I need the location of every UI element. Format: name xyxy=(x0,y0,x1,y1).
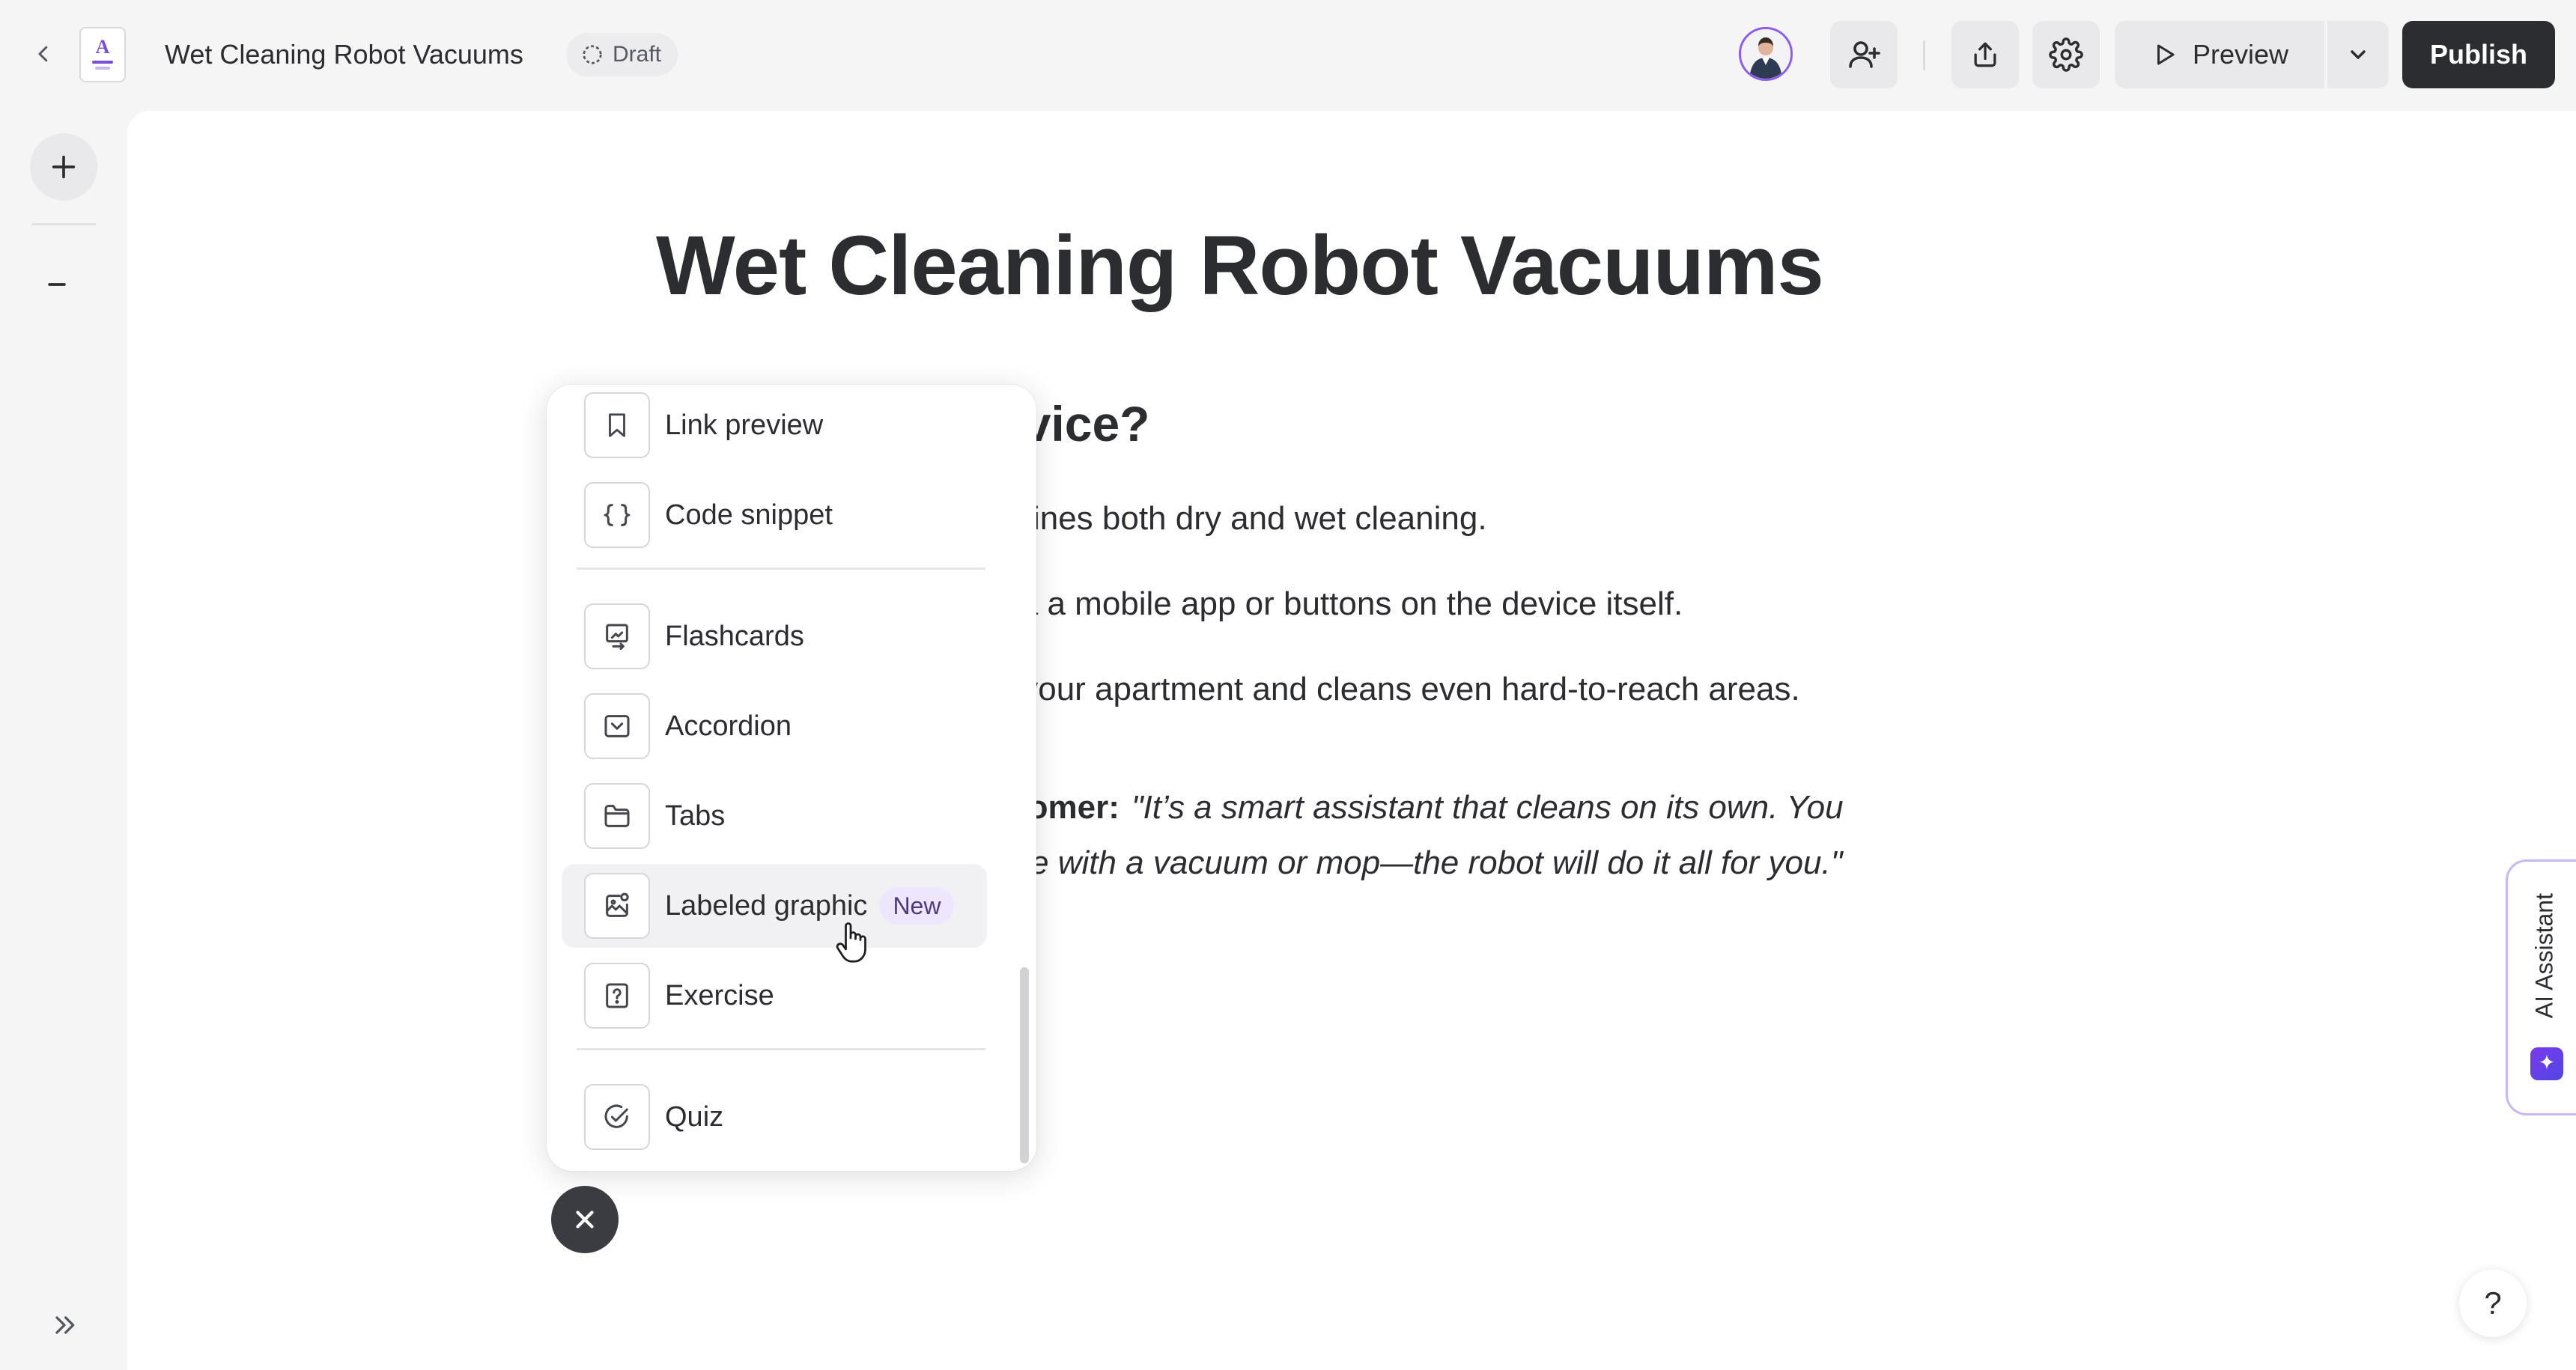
menu-item-flashcards[interactable]: Flashcards xyxy=(562,594,987,678)
menu-item-label: Accordion xyxy=(665,710,792,742)
menu-item-label: Code snippet xyxy=(665,499,833,531)
gear-icon xyxy=(2049,37,2083,72)
question-box-icon xyxy=(606,983,628,1008)
menu-separator xyxy=(577,1048,985,1050)
menu-item-accordion[interactable]: Accordion xyxy=(562,684,987,768)
menu-item-label: Link preview xyxy=(665,409,824,441)
menu-item-label: Tabs xyxy=(665,800,726,832)
settings-button[interactable] xyxy=(2032,21,2100,88)
document-icon[interactable]: A xyxy=(79,27,126,82)
play-icon xyxy=(2157,44,2175,65)
plus-icon xyxy=(52,155,76,179)
menu-item-exercise[interactable]: Exercise xyxy=(562,954,987,1038)
braces-icon xyxy=(604,504,631,526)
preview-button[interactable]: Preview xyxy=(2115,21,2324,88)
quote-text[interactable]: e with a vacuum or mop—the robot will do… xyxy=(1030,844,1842,882)
zoom-out-button[interactable] xyxy=(36,264,78,305)
minus-icon xyxy=(48,283,66,286)
menu-item-label: Quiz xyxy=(665,1100,724,1133)
menu-item-labeled-graphic[interactable]: Labeled graphic New xyxy=(562,864,987,948)
labeled-image-icon xyxy=(606,892,629,917)
menu-item-tabs[interactable]: Tabs xyxy=(562,774,987,858)
menu-item-label: Flashcards xyxy=(665,620,804,652)
user-avatar[interactable] xyxy=(1739,27,1793,81)
preview-options-dropdown[interactable] xyxy=(2327,21,2389,88)
accordion-icon xyxy=(604,715,630,737)
preview-label: Preview xyxy=(2192,39,2289,70)
top-bar: A Wet Cleaning Robot Vacuums Draft Previ… xyxy=(0,0,2576,109)
status-label: Draft xyxy=(613,42,662,67)
avatar-person-icon xyxy=(1741,29,1790,79)
toolbar-divider xyxy=(1923,40,1925,70)
document-icon-letter: A xyxy=(95,36,110,58)
status-badge[interactable]: Draft xyxy=(566,33,678,76)
double-chevron-right-icon xyxy=(55,1316,75,1334)
menu-scrollbar[interactable] xyxy=(1020,967,1029,1163)
ai-assistant-label: AI Assistant xyxy=(2530,893,2557,1019)
menu-item-label: Exercise xyxy=(665,979,774,1011)
bookmark-icon xyxy=(609,413,625,437)
paragraph[interactable]: via a mobile app or buttons on the devic… xyxy=(996,585,1683,623)
paragraph[interactable]: s your apartment and cleans even hard-to… xyxy=(996,671,1800,708)
back-button[interactable] xyxy=(22,33,64,75)
quote-block[interactable]: tomer: "It’s a smart assistant that clean… xyxy=(1017,789,1844,826)
hand-cursor-icon xyxy=(833,919,870,964)
dashed-circle-icon xyxy=(583,45,602,64)
paragraph[interactable]: nbines both dry and wet cleaning. xyxy=(996,500,1487,538)
menu-item-label: Labeled graphic xyxy=(665,889,868,922)
expand-sidebar-button[interactable] xyxy=(43,1304,85,1346)
menu-item-code-snippet[interactable]: Code snippet xyxy=(562,473,987,557)
chevron-down-icon xyxy=(2351,50,2366,59)
share-export-button[interactable] xyxy=(1951,21,2019,88)
close-menu-button[interactable] xyxy=(551,1186,619,1253)
upload-icon xyxy=(1974,42,1996,67)
invite-user-button[interactable] xyxy=(1830,21,1898,88)
rail-divider xyxy=(31,223,96,225)
folder-tabs-icon xyxy=(604,805,630,827)
check-circle-icon xyxy=(604,1104,628,1128)
flashcards-icon xyxy=(606,624,628,651)
new-badge: New xyxy=(879,887,955,925)
menu-separator xyxy=(577,567,985,570)
user-plus-icon xyxy=(1849,41,1880,68)
menu-item-quiz[interactable]: Quiz xyxy=(562,1075,987,1159)
menu-item-link-preview[interactable]: Link preview xyxy=(562,385,987,467)
publish-button[interactable]: Publish xyxy=(2402,21,2555,88)
help-button[interactable]: ? xyxy=(2459,1270,2527,1337)
page-title[interactable]: Wet Cleaning Robot Vacuums xyxy=(656,217,1824,314)
add-block-rail-button[interactable] xyxy=(30,133,97,201)
document-title[interactable]: Wet Cleaning Robot Vacuums xyxy=(165,34,523,75)
ai-assistant-tab[interactable]: AI Assistant xyxy=(2506,859,2576,1115)
close-icon xyxy=(576,1211,594,1229)
sparkle-icon xyxy=(2530,1047,2563,1080)
chevron-left-icon xyxy=(38,46,48,62)
block-type-menu: Link preview Code snippet Flashcards Acc… xyxy=(547,385,1036,1171)
quote-text: "It’s a smart assistant that cleans on i… xyxy=(1131,789,1844,826)
